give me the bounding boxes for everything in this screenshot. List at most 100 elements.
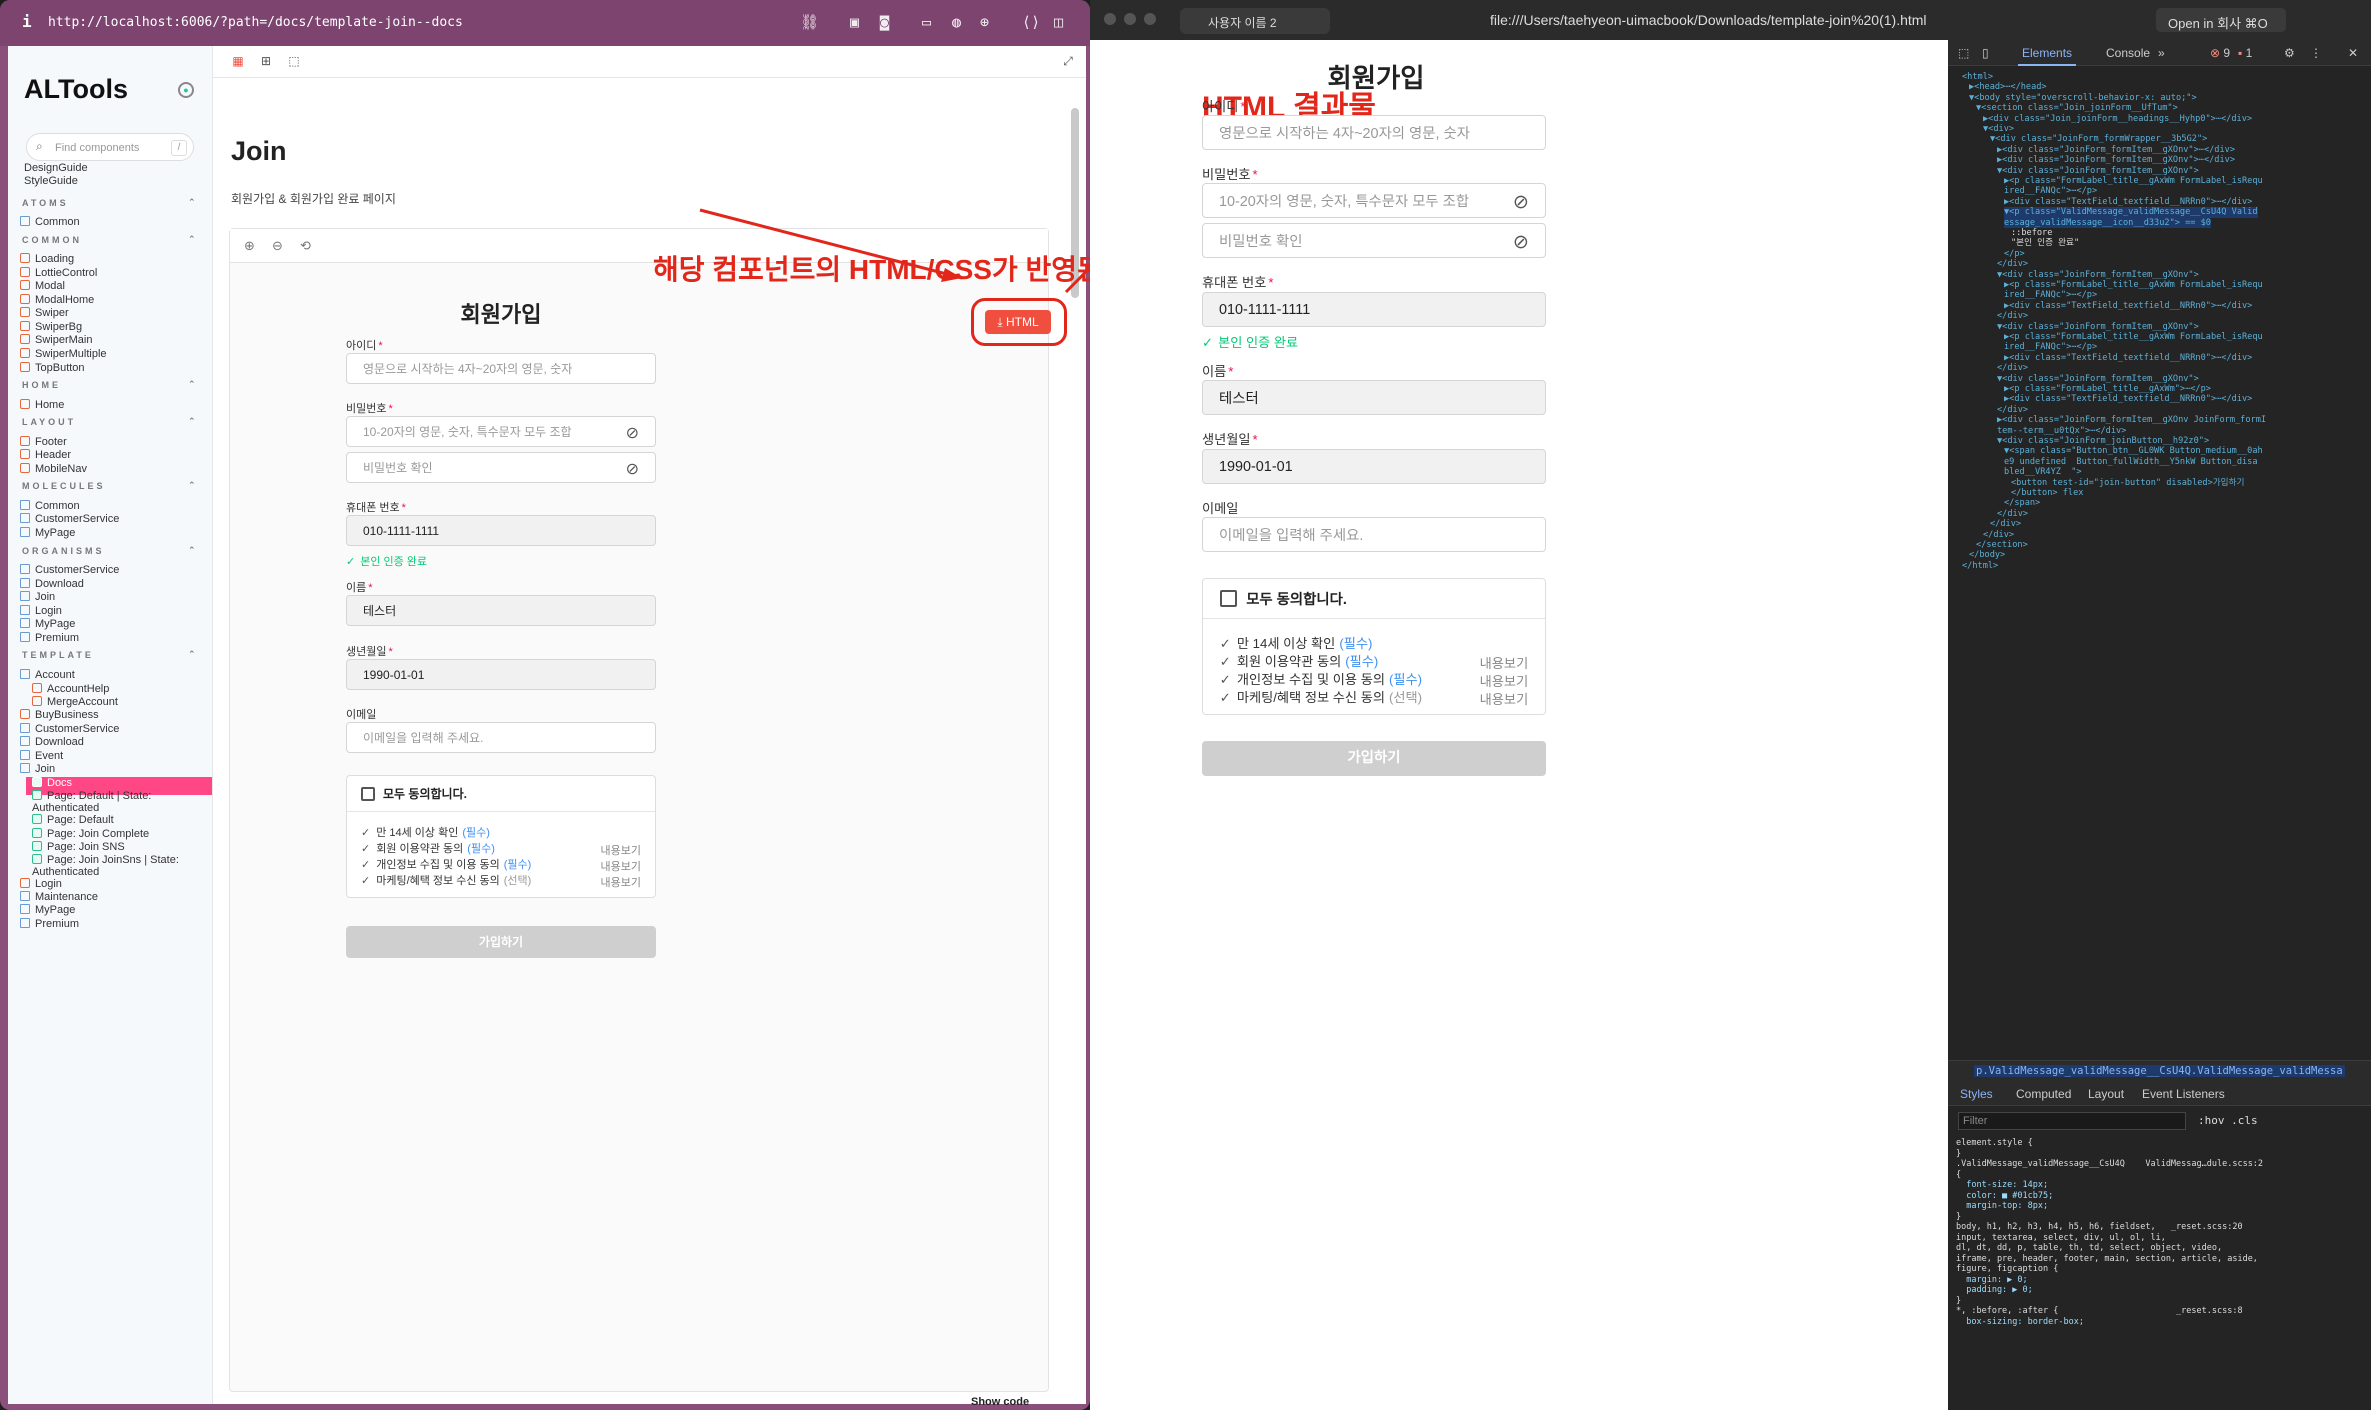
dom-line[interactable]: ▶<div class="TextField_textfield__NRRn0"… xyxy=(2004,301,2252,311)
dom-line[interactable]: <html> xyxy=(1962,72,1993,82)
dom-line[interactable]: ▶<div class="Join_joinForm__headings__Hy… xyxy=(1983,114,2252,124)
tab-computed[interactable]: Computed xyxy=(2016,1087,2071,1101)
css-line[interactable]: margin-top: 8px; xyxy=(1956,1201,2048,1212)
dom-line[interactable]: </span> xyxy=(2004,498,2040,508)
dom-line[interactable]: </div> xyxy=(1997,509,2028,519)
dom-line[interactable]: ▼<span class="Button_btn__GL0WK Button_m… xyxy=(2004,446,2263,456)
check-icon[interactable]: ✓ xyxy=(1220,654,1231,669)
dom-line[interactable]: <button test-id="join-button" disabled>가… xyxy=(2011,478,2244,488)
dom-line[interactable]: e9 undefined Button_fullWidth__Y5nkW But… xyxy=(2004,457,2258,467)
dom-line[interactable]: tem--term__u0tQx">⋯</div> xyxy=(1997,426,2126,436)
tab-elements[interactable]: Elements xyxy=(2022,46,2072,60)
agree-item[interactable]: ✓ 만 14세 이상 확인 (필수) xyxy=(1220,633,1373,652)
tab-layout[interactable]: Layout xyxy=(2088,1087,2124,1101)
dom-line[interactable]: ▶<div class="TextField_textfield__NRRn0"… xyxy=(2004,197,2252,207)
agree-item[interactable]: ✓ 회원 이용약관 동의 (필수) xyxy=(1220,651,1379,670)
dom-line[interactable]: </div> xyxy=(1997,405,2028,415)
css-line[interactable]: *, :before, :after { _reset.scss:8 xyxy=(1956,1306,2243,1317)
dom-line[interactable]: ▶<div class="TextField_textfield__NRRn0"… xyxy=(2004,353,2252,363)
dom-line[interactable]: </p> xyxy=(2004,249,2025,259)
css-line[interactable]: margin: ▶ 0; xyxy=(1956,1275,2027,1286)
eye-off-icon[interactable]: ⊘ xyxy=(1513,190,1529,214)
view-terms-link[interactable]: 내용보기 xyxy=(1480,689,1529,708)
dom-line[interactable]: ▼<div class="JoinForm_formItem__gXOnv"> xyxy=(1997,374,2199,384)
tab-console[interactable]: Console xyxy=(2106,46,2150,60)
dom-line[interactable]: ▼<p class="ValidMessage_validMessage__Cs… xyxy=(2004,207,2258,218)
dom-line[interactable]: ▶<head>⋯</head> xyxy=(1969,82,2047,92)
dom-line[interactable]: ▼<div class="JoinForm_formItem__gXOnv"> xyxy=(1997,270,2199,280)
email-input[interactable]: 이메일을 입력해 주세요. xyxy=(1202,517,1546,552)
dom-line[interactable]: bled__VR4YZ "> xyxy=(2004,467,2082,477)
dom-line[interactable]: ▼<div class="JoinForm_formItem__gXOnv"> xyxy=(1997,166,2199,176)
css-line[interactable]: element.style { xyxy=(1956,1138,2033,1149)
minimize-window-icon[interactable] xyxy=(1124,13,1136,25)
dom-line[interactable]: </div> xyxy=(1997,363,2028,373)
password-confirm-input[interactable]: 비밀번호 확인 ⊘ xyxy=(1202,223,1546,258)
check-icon[interactable]: ✓ xyxy=(1220,672,1231,687)
css-line[interactable]: iframe, pre, header, footer, main, secti… xyxy=(1956,1254,2258,1265)
check-icon[interactable]: ✓ xyxy=(1220,636,1231,651)
agree-all-row[interactable]: 모두 동의합니다. xyxy=(1203,579,1545,619)
dom-line[interactable]: </div> xyxy=(1990,519,2021,529)
browser-url[interactable]: file:///Users/taehyeon-uimacbook/Downloa… xyxy=(1490,12,1927,28)
dom-line[interactable]: </html> xyxy=(1962,561,1998,571)
dom-line[interactable]: ▼<div class="JoinForm_joinButton__h92z0"… xyxy=(1997,436,2209,446)
dom-line[interactable]: </button> flex xyxy=(2011,488,2083,498)
dom-line[interactable]: </section> xyxy=(1976,540,2028,550)
dom-line[interactable]: ▼<body style="overscroll-behavior-x: aut… xyxy=(1969,93,2197,103)
css-line[interactable]: body, h1, h2, h3, h4, h5, h6, fieldset, … xyxy=(1956,1222,2243,1233)
dom-line[interactable]: "본인 인증 완료" xyxy=(2011,238,2079,248)
css-line[interactable]: } xyxy=(1956,1212,1961,1223)
maximize-window-icon[interactable] xyxy=(1144,13,1156,25)
css-line[interactable]: figure, figcaption { xyxy=(1956,1264,2058,1275)
dom-line[interactable]: </div> xyxy=(1997,311,2028,321)
css-line[interactable]: .ValidMessage_validMessage__CsU4Q ValidM… xyxy=(1956,1159,2263,1170)
eye-off-icon[interactable]: ⊘ xyxy=(1513,230,1529,254)
dom-line[interactable]: </div> xyxy=(1983,530,2014,540)
birth-input[interactable]: 1990-01-01 xyxy=(1202,449,1546,484)
css-line[interactable]: } xyxy=(1956,1149,1961,1160)
css-line[interactable]: font-size: 14px; xyxy=(1956,1180,2048,1191)
tab-styles[interactable]: Styles xyxy=(1960,1087,1993,1101)
view-terms-link[interactable]: 내용보기 xyxy=(1480,671,1529,690)
agree-all-checkbox[interactable] xyxy=(1219,590,1237,607)
error-count[interactable]: ⊗ 9 xyxy=(2210,46,2230,60)
dom-line[interactable]: ▼<div> xyxy=(1983,124,2014,134)
id-input[interactable]: 영문으로 시작하는 4자~20자의 영문, 숫자 xyxy=(1202,115,1546,150)
agree-item[interactable]: ✓ 마케팅/혜택 정보 수신 동의 (선택) xyxy=(1220,687,1422,706)
close-window-icon[interactable] xyxy=(1104,13,1116,25)
menu-icon[interactable]: ⋮ xyxy=(2310,46,2322,60)
open-in-button[interactable]: Open in 회사 ⌘O xyxy=(2156,8,2286,32)
settings-icon[interactable]: ⚙ xyxy=(2284,46,2295,60)
device-icon[interactable]: ▯ xyxy=(1982,46,1989,60)
css-line[interactable]: box-sizing: border-box; xyxy=(1956,1317,2084,1328)
dom-line[interactable]: </body> xyxy=(1969,550,2005,560)
dom-line[interactable]: ▶<p class="FormLabel_title__gAxWm FormLa… xyxy=(2004,176,2263,186)
dom-line[interactable]: </div> xyxy=(1997,259,2028,269)
tab-event-listeners[interactable]: Event Listeners xyxy=(2142,1087,2225,1101)
css-line[interactable]: padding: ▶ 0; xyxy=(1956,1285,2033,1296)
css-line[interactable]: color: ■ #01cb75; xyxy=(1956,1191,2053,1202)
dom-line[interactable]: ▶<div class="TextField_textfield__NRRn0"… xyxy=(2004,394,2252,404)
profile-tab[interactable]: 사용자 이름 2 xyxy=(1180,8,1330,34)
phone-input[interactable]: 010-1111-1111 xyxy=(1202,292,1546,327)
warning-count[interactable]: ▪ 1 xyxy=(2238,46,2252,60)
dom-line[interactable]: ▶<div class="JoinForm_formItem__gXOnv">⋯… xyxy=(1997,145,2235,155)
close-devtools-icon[interactable]: ✕ xyxy=(2348,46,2358,60)
css-line[interactable]: { xyxy=(1956,1170,1961,1181)
password-input[interactable]: 10-20자의 영문, 숫자, 특수문자 모두 조합 ⊘ xyxy=(1202,183,1546,218)
inspect-icon[interactable]: ⬚ xyxy=(1958,46,1969,60)
styles-filter-input[interactable]: Filter xyxy=(1958,1112,2186,1130)
dom-line[interactable]: ▶<div class="JoinForm_formItem__gXOnv">⋯… xyxy=(1997,155,2235,165)
check-icon[interactable]: ✓ xyxy=(1220,690,1231,705)
view-terms-link[interactable]: 내용보기 xyxy=(1480,653,1529,672)
dom-line[interactable]: ▼<div class="JoinForm_formItem__gXOnv"> xyxy=(1997,322,2199,332)
dom-line[interactable]: ▶<p class="FormLabel_title__gAxWm FormLa… xyxy=(2004,280,2263,290)
css-line[interactable]: input, textarea, select, div, ul, ol, li… xyxy=(1956,1233,2166,1244)
dom-line[interactable]: ired__FANQc">⋯</p> xyxy=(2004,290,2097,300)
more-tabs-icon[interactable]: » xyxy=(2158,46,2165,60)
dom-line[interactable]: ::before xyxy=(2011,228,2052,238)
dom-line[interactable]: essage_validMessage__icon__d33u2"> == $0 xyxy=(2004,217,2211,228)
join-submit-button[interactable]: 가입하기 xyxy=(1202,741,1546,776)
dom-line[interactable]: ▼<div class="JoinForm_formWrapper__3b5G2… xyxy=(1990,134,2207,144)
